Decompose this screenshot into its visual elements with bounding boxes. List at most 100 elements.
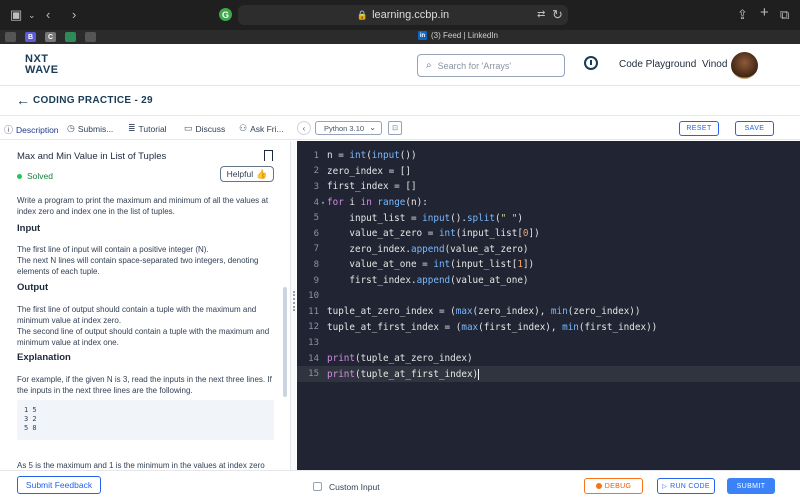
custom-input-checkbox[interactable] [313,482,322,491]
fold-icon[interactable]: ▾ [319,199,327,207]
back-arrow-icon[interactable]: ← [16,92,30,108]
chevron-down-icon[interactable]: ⌄ [28,7,36,23]
browser-toolbar: ▣ ⌄ ‹ › G 🔒 learning.ccbp.in ⇄ ↻ ⇪ + ⧉ [0,0,800,30]
code-line[interactable]: 6 value_at_zero = int(input_list[0]) [297,226,800,242]
output-heading: Output [17,282,49,293]
nxtwave-logo[interactable]: NXT WAVE [25,54,59,76]
line-number: 3 [313,181,319,192]
document-icon: ≣ [128,123,136,133]
sample-input-block: 1 5 3 2 5 8 [17,400,274,440]
code-text: print(tuple_at_first_index) [327,368,480,380]
favicon-5[interactable] [85,32,96,42]
status-badge: Solved [17,171,53,181]
people-icon: ⚇ [239,123,248,133]
status-dot [17,173,22,179]
share-icon[interactable]: ⇪ [737,7,748,23]
text-cursor [478,368,480,380]
forward-arrow-icon[interactable]: › [72,7,76,23]
code-line[interactable]: 4 ▾ for i in range(n): [297,195,800,211]
language-select[interactable]: Python 3.10 ⌄ [315,121,382,135]
timer-icon[interactable] [584,56,598,70]
output-line-1: The first line of output should contain … [17,305,257,325]
tab-overview-icon[interactable]: ⧉ [780,7,789,23]
code-line[interactable]: 9 first_index.append(value_at_one) [297,273,800,289]
code-line[interactable]: 12 tuple_at_first_index = (max(first_inde… [297,320,800,336]
output-line-2: The second line of output should contain… [17,327,270,347]
lock-icon: 🔒 [356,9,369,20]
explanation-text: For example, if the given N is 3, read t… [17,375,272,395]
code-line[interactable]: 3 first_index = [] [297,179,800,195]
debug-button[interactable]: DEBUG [584,478,643,494]
tab-label: Description [16,124,59,135]
code-line[interactable]: 10 [297,288,800,304]
grammarly-icon[interactable]: G [219,8,232,21]
tab-description[interactable]: ⓘ Description [4,123,63,143]
search-input[interactable]: ⌕ Search for 'Arrays' [417,54,565,77]
tab-tutorial[interactable]: ≣ Tutorial [128,123,167,134]
avatar[interactable] [731,52,758,79]
new-tab-icon[interactable]: + [760,5,769,21]
bookmark-icon[interactable] [264,150,273,161]
debug-label: DEBUG [604,482,632,490]
code-line[interactable]: 5 input_list = input().split(" ") [297,210,800,226]
code-line[interactable]: 7 zero_index.append(value_at_zero) [297,242,800,258]
back-arrow-icon[interactable]: ‹ [46,7,50,23]
settings-box-icon[interactable]: ⊡ [388,121,402,135]
code-line[interactable]: 8 value_at_one = int(input_list[1]) [297,257,800,273]
reload-icon[interactable]: ↻ [552,7,563,23]
code-line[interactable]: 15 print(tuple_at_first_index) [297,366,800,382]
run-code-button[interactable]: ▷ RUN CODE [657,478,715,494]
code-editor[interactable]: 1 n = int(input()) 2 zero_index = [] 3 first_… [297,141,800,472]
tab-discuss[interactable]: ▭ Discuss [184,123,225,134]
code-text: zero_index.append(value_at_zero) [327,243,529,255]
intro-text: Write a program to print the maximum and… [17,196,269,216]
favicon-c[interactable]: C [45,32,56,42]
code-line[interactable]: 1 n = int(input()) [297,148,800,164]
url-text: learning.ccbp.in [372,9,450,21]
cut-text: As 5 is the maximum and 1 is the minimum… [17,461,265,470]
tab-ask-friends[interactable]: ⚇ Ask Fri... [239,123,284,134]
helpful-button[interactable]: Helpful 👍 [220,166,274,182]
line-number: 13 [308,337,319,348]
practice-title-bar: ← CODING PRACTICE - 29 [0,87,800,116]
save-button[interactable]: SAVE [735,121,774,136]
submit-feedback-button[interactable]: Submit Feedback [17,476,101,494]
thumbs-up-icon: 👍 [256,168,268,179]
user-name[interactable]: Vinod [702,59,727,70]
line-number: 5 [313,213,319,224]
tab-label: Tutorial [138,123,167,134]
info-icon: ⓘ [4,125,14,135]
input-line-1: The first line of input will contain a p… [17,245,209,254]
line-number: 12 [308,322,319,333]
custom-input-label[interactable]: Custom Input [329,482,380,492]
submit-button[interactable]: SUBMIT [727,478,775,494]
search-icon: ⌕ [426,60,432,71]
line-number: 1 [313,150,319,161]
chevron-down-icon: ⌄ [369,123,376,132]
code-line[interactable]: 13 [297,335,800,351]
tab-label: Ask Fri... [250,123,284,134]
panel-resizer[interactable] [290,141,296,470]
code-playground-link[interactable]: Code Playground [619,59,696,70]
translate-icon[interactable]: ⇄ [537,7,545,23]
code-line[interactable]: 2 zero_index = [] [297,164,800,180]
favicon-1[interactable] [5,32,16,42]
favicon-sheets[interactable] [65,32,76,42]
sidebar-toggle-icon[interactable]: ▣ [10,7,22,23]
code-line[interactable]: 14 print(tuple_at_zero_index) [297,351,800,367]
resize-grip-icon [293,291,295,311]
collapse-left-button[interactable]: ‹ [297,121,311,135]
line-number: 4 [313,197,319,208]
input-line-2: The next N lines will contain space-sepa… [17,256,259,276]
reset-button[interactable]: RESET [679,121,719,136]
line-number: 6 [313,228,319,239]
tab-submissions[interactable]: ◷ Submis... [67,123,113,134]
favicon-b[interactable]: B [25,32,36,42]
code-line[interactable]: 11 tuple_at_zero_index = (max(zero_index)… [297,304,800,320]
linkedin-icon: in [418,31,427,40]
line-number: 2 [313,166,319,177]
scrollbar[interactable] [283,287,287,397]
address-bar[interactable]: 🔒 learning.ccbp.in [238,5,568,25]
active-tab[interactable]: in (3) Feed | LinkedIn [418,31,498,40]
line-number: 10 [308,291,319,302]
